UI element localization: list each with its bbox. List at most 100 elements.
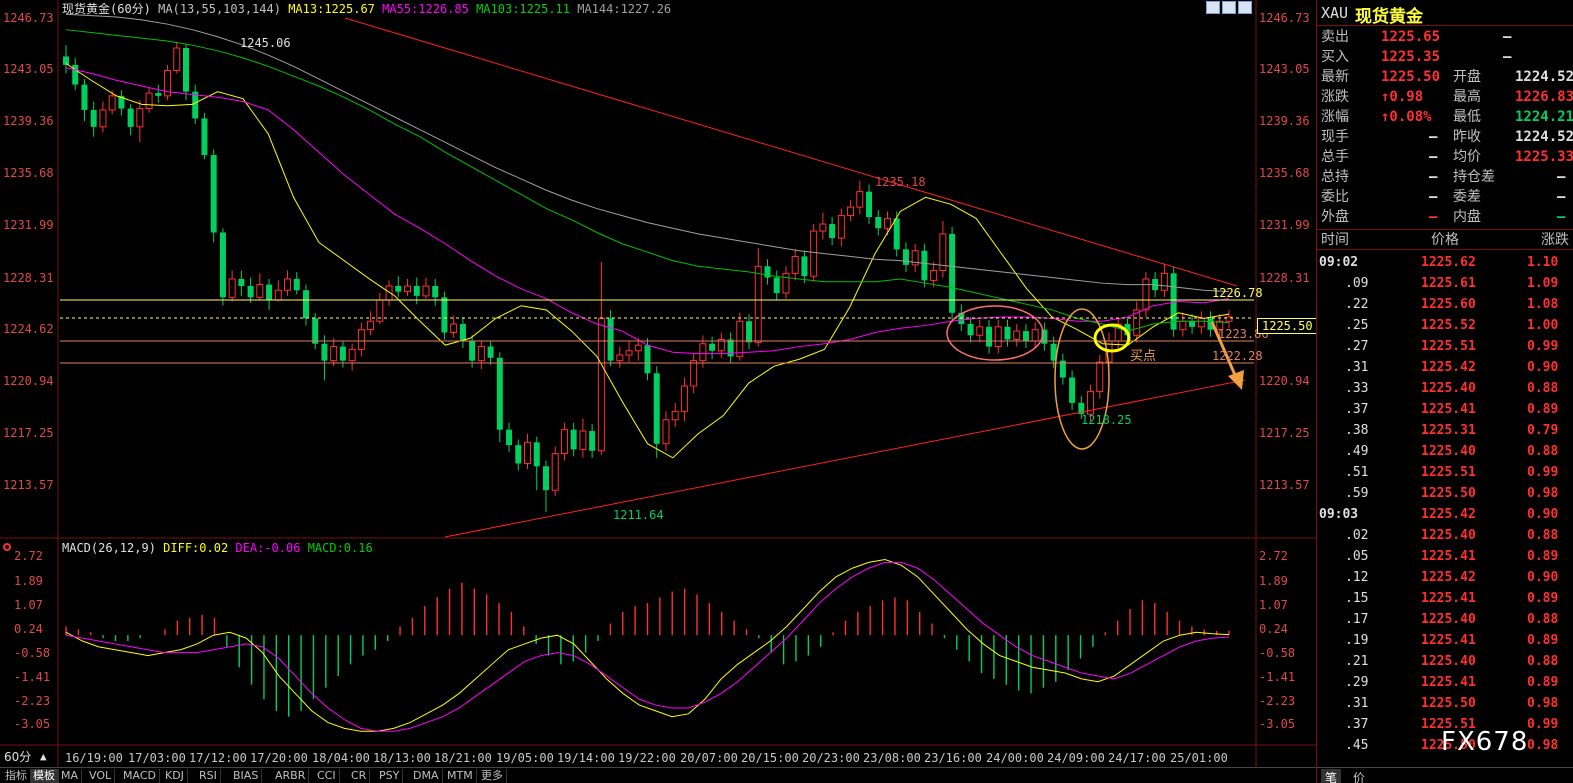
tick-price: 1225.42 — [1421, 570, 1476, 585]
zoom-in-icon[interactable] — [1206, 1, 1220, 14]
tick-time: 09:03 — [1319, 507, 1359, 522]
macd-axis-label-left: 2.72 — [14, 549, 43, 563]
tick-change: 0.79 — [1527, 423, 1559, 438]
indicator-tab-6[interactable]: KDJ — [162, 769, 188, 783]
tick-row: .15 1225.41 0.89 — [1317, 588, 1573, 609]
indicator-tab-14[interactable]: MTM — [444, 769, 477, 783]
price-axis-label-left: 1224.62 — [3, 322, 54, 336]
indicator-tab-12[interactable]: PSY — [376, 769, 404, 783]
tick-row: .37 1225.41 0.89 — [1317, 399, 1573, 420]
price-axis-label-left: 1220.94 — [3, 374, 54, 388]
quote-row: 现手 — 昨收 1224.52 — [1317, 127, 1573, 147]
indicator-tab-11[interactable]: CR — [348, 769, 371, 783]
price-axis-label-right: 1220.94 — [1259, 374, 1310, 388]
tick-change: 0.88 — [1527, 444, 1559, 459]
price-axis-label-right: 1239.36 — [1259, 114, 1310, 128]
quote-value: 1224.52 — [1515, 69, 1573, 85]
indicator-tab-7[interactable]: RSI — [196, 769, 221, 783]
record-icon[interactable] — [3, 543, 11, 551]
indicator-tab-15[interactable]: 更多 — [478, 769, 507, 783]
quote-label: 卖出 — [1321, 29, 1349, 45]
indicator-tab-2[interactable]: 模板 — [30, 769, 59, 783]
ma-legend: 现货黄金(60分) MA(13,55,103,144) MA13:1225.67… — [62, 2, 671, 16]
time-axis-label: 16/19:00 — [65, 751, 123, 765]
tab-trades[interactable]: 笔 — [1321, 769, 1342, 783]
quote-row: 买入 1225.35 — — [1317, 47, 1573, 67]
macd-legend: MACD(26,12,9) DIFF:0.02 DEA:-0.06 MACD:0… — [62, 541, 373, 555]
quote-value: — — [1429, 189, 1438, 205]
time-axis-label: 23/08:00 — [863, 751, 921, 765]
quote-label: 买入 — [1321, 49, 1349, 65]
indicator-tab-5[interactable]: MACD — [120, 769, 160, 783]
zoom-out-icon[interactable] — [1222, 1, 1236, 14]
time-axis-label: 24/00:00 — [986, 751, 1044, 765]
quote-value: — — [1503, 49, 1512, 65]
quote-label: 内盘 — [1453, 209, 1481, 225]
tick-price: 1225.41 — [1421, 591, 1476, 606]
tick-row: 09:03 1225.42 0.90 — [1317, 504, 1573, 525]
quote-value: — — [1429, 149, 1438, 165]
time-axis-label: 19/05:00 — [496, 751, 554, 765]
quote-row: 涨跌 ↑0.98 最高 1226.83 — [1317, 87, 1573, 107]
tick-change: 0.89 — [1527, 591, 1559, 606]
time-axis-label: 18/13:00 — [373, 751, 431, 765]
quote-label: 开盘 — [1453, 69, 1481, 85]
tick-time: .59 — [1345, 486, 1369, 501]
tick-price: 1225.40 — [1421, 528, 1476, 543]
period-indicator[interactable]: 60分 — [4, 750, 31, 764]
ma55-value: MA55:1226.85 — [382, 2, 469, 16]
price-axis-label-left: 1235.68 — [3, 166, 54, 180]
quote-value: — — [1503, 29, 1512, 45]
quote-value: 1224.21 — [1515, 109, 1573, 125]
quote-value: 1226.83 — [1515, 89, 1573, 105]
ma-spec: MA(13,55,103,144) — [158, 2, 281, 16]
tick-change: 1.09 — [1527, 276, 1559, 291]
macd-axis-label-right: 1.07 — [1259, 598, 1288, 612]
tick-change: 0.98 — [1527, 696, 1559, 711]
candle — [551, 446, 559, 496]
tab-price[interactable]: 价 — [1353, 769, 1365, 783]
current-price-tag: 1225.50 — [1257, 318, 1318, 334]
time-axis-label: 17/12:00 — [189, 751, 247, 765]
tick-change: 0.99 — [1527, 465, 1559, 480]
indicator-tab-8[interactable]: BIAS — [230, 769, 263, 783]
tick-row: .12 1225.42 0.90 — [1317, 567, 1573, 588]
tick-row: .19 1225.41 0.89 — [1317, 630, 1573, 651]
tick-time: .38 — [1345, 423, 1369, 438]
tick-price: 1225.41 — [1421, 402, 1476, 417]
tick-change: 0.89 — [1527, 675, 1559, 690]
tick-price: 1225.51 — [1421, 465, 1476, 480]
time-axis-label: 19/14:00 — [557, 751, 615, 765]
tick-time: .31 — [1345, 696, 1369, 711]
tick-row: .21 1225.40 0.88 — [1317, 651, 1573, 672]
candle — [164, 64, 172, 101]
tick-time: .49 — [1345, 444, 1369, 459]
macd-axis-label-left: -3.05 — [14, 717, 51, 731]
time-axis-label: 18/04:00 — [312, 751, 370, 765]
indicator-tab-13[interactable]: DMA — [410, 769, 443, 783]
indicator-tab-1[interactable]: 指标 — [2, 769, 31, 783]
tick-price: 1225.40 — [1421, 654, 1476, 669]
level-low-label: 1222.28 — [1212, 349, 1263, 363]
tick-row: .17 1225.40 0.88 — [1317, 609, 1573, 630]
period-dropdown-icon[interactable]: ▲ — [40, 750, 47, 764]
tick-price: 1225.61 — [1421, 276, 1476, 291]
tick-time: .21 — [1345, 654, 1369, 669]
indicator-tab-9[interactable]: ARBR — [272, 769, 310, 783]
price-axis-label-right: 1213.57 — [1259, 478, 1310, 492]
price-chart[interactable] — [0, 0, 1316, 767]
time-axis-label: 23/16:00 — [924, 751, 982, 765]
tick-row: .29 1225.41 0.89 — [1317, 672, 1573, 693]
quote-label: 持仓差 — [1453, 169, 1495, 185]
tick-header-price: 价格 — [1431, 232, 1459, 248]
indicator-tab-10[interactable]: CCI — [314, 769, 340, 783]
chart-title: 现货黄金(60分) — [62, 2, 151, 16]
tick-change: 0.99 — [1527, 339, 1559, 354]
indicator-tab-3[interactable]: MA — [58, 769, 83, 783]
quote-value: — — [1557, 169, 1566, 185]
tick-time: .25 — [1345, 318, 1369, 333]
settings-icon[interactable] — [1238, 1, 1252, 14]
indicator-tab-4[interactable]: VOL — [86, 769, 116, 783]
quote-row: 总持 — 持仓差 — — [1317, 167, 1573, 187]
tick-change: 0.98 — [1527, 738, 1559, 753]
